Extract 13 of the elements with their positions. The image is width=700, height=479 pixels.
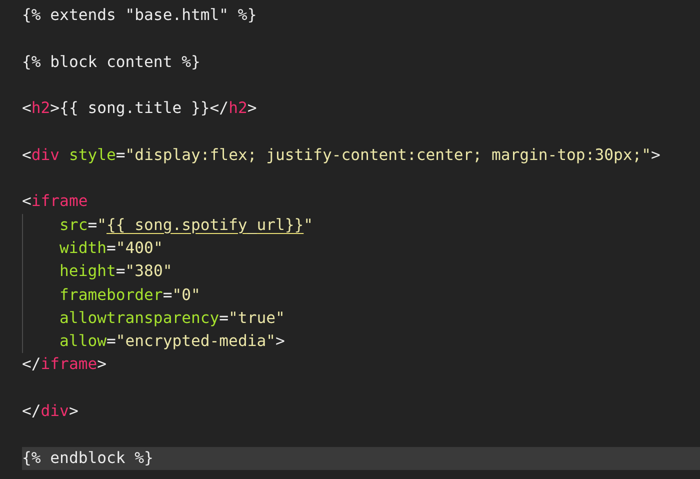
code-line: <div style="display:flex; justify-content:center; margin-top:30px;"> — [22, 144, 662, 166]
code-line: frameborder="0" — [22, 284, 700, 307]
code-line: </div> — [22, 401, 80, 422]
code-line: width="400" — [22, 236, 700, 260]
code-line: src="{{ song.spotify_url}}" — [22, 214, 700, 237]
code-line: allow="encrypted-media"> — [22, 330, 700, 354]
code-line: <iframe — [22, 191, 89, 212]
code-line: {% block content %} — [22, 52, 202, 73]
code-line: allowtransparency="true" — [22, 306, 700, 330]
code-line: <h2>{{ song.title }}</h2> — [22, 98, 258, 120]
code-line: height="380" — [22, 260, 700, 284]
code-line: </iframe> — [22, 354, 108, 376]
code-line: {% extends "base.html" %} — [22, 5, 258, 26]
